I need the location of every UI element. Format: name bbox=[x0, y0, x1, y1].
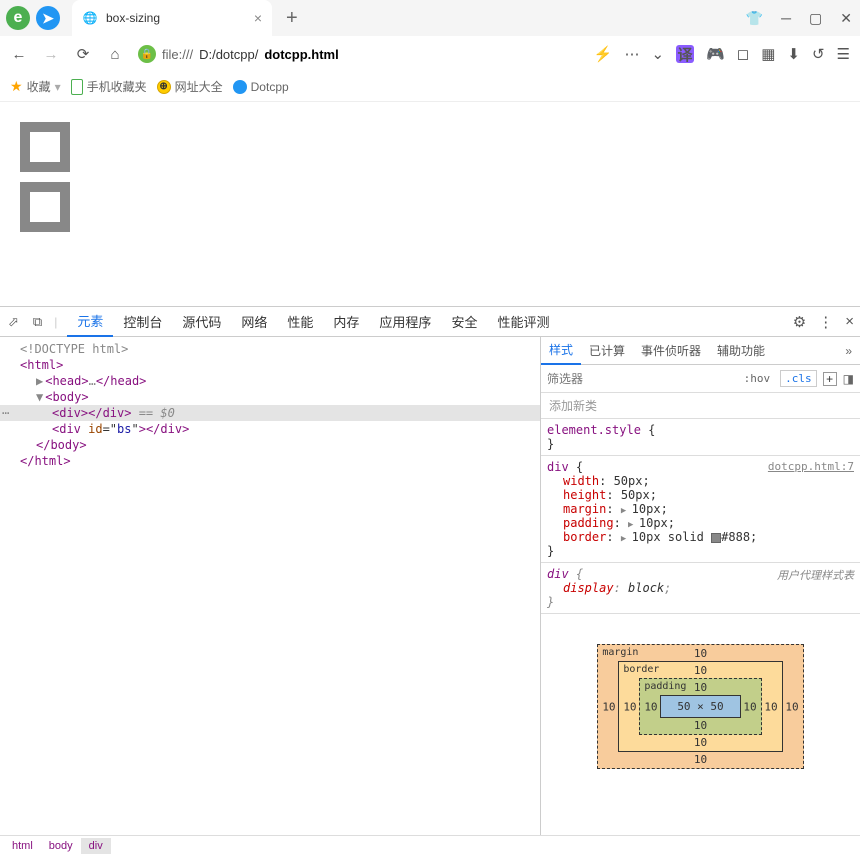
breadcrumb-html[interactable]: html bbox=[4, 838, 41, 854]
dotcpp-bookmark[interactable]: Dotcpp bbox=[233, 80, 289, 94]
ua-rule: 用户代理样式表 div { display: block; } bbox=[541, 563, 860, 614]
address-bar: ← → ⟳ ⌂ 🔒 file:///D:/dotcpp/dotcpp.html … bbox=[0, 36, 860, 72]
tab-lighthouse[interactable]: 性能评测 bbox=[487, 307, 559, 337]
tab-elements[interactable]: 元素 bbox=[67, 307, 113, 337]
color-swatch[interactable] bbox=[711, 533, 721, 543]
browser-tab[interactable]: 🌐 box-sizing × bbox=[72, 0, 272, 36]
mobile-bookmarks-button[interactable]: 手机收藏夹 bbox=[71, 78, 147, 95]
back-button[interactable]: ← bbox=[10, 46, 28, 63]
tab-styles[interactable]: 样式 bbox=[541, 337, 581, 365]
box-model-content: 50 × 50 bbox=[660, 695, 740, 718]
sites-button[interactable]: ⊕ 网址大全 bbox=[157, 78, 223, 95]
devtools-settings-icon[interactable]: ⚙ bbox=[793, 313, 806, 331]
source-link[interactable]: dotcpp.html:7 bbox=[768, 460, 854, 473]
browser-logo-icon[interactable]: e bbox=[6, 6, 30, 30]
telegram-icon[interactable]: ➤ bbox=[36, 6, 60, 30]
url-protocol: file:/// bbox=[162, 47, 193, 62]
url-input[interactable]: 🔒 file:/// D:/dotcpp/dotcpp.html bbox=[138, 45, 580, 63]
home-button[interactable]: ⌂ bbox=[106, 46, 124, 63]
chevron-down-icon[interactable]: ⌄ bbox=[651, 45, 664, 63]
url-file: dotcpp.html bbox=[264, 47, 338, 62]
tab-accessibility[interactable]: 辅助功能 bbox=[709, 337, 773, 365]
flash-icon[interactable]: ⚡ bbox=[594, 45, 613, 63]
devtools-tabs: 元素 控制台 源代码 网络 性能 内存 应用程序 安全 性能评测 bbox=[67, 307, 559, 337]
devtools-close-icon[interactable]: × bbox=[845, 313, 854, 331]
bookmarks-bar: ★ 收藏 ▾ 手机收藏夹 ⊕ 网址大全 Dotcpp bbox=[0, 72, 860, 102]
sidebar-toggle-icon[interactable]: ◨ bbox=[843, 372, 854, 386]
shirt-icon[interactable]: 👕 bbox=[746, 10, 763, 27]
cls-toggle[interactable]: .cls bbox=[780, 370, 817, 387]
selected-element[interactable]: <div></div> == $0 bbox=[0, 405, 540, 421]
gamepad-icon[interactable]: 🎮 bbox=[706, 45, 725, 63]
inspect-icon[interactable]: ⬀ bbox=[6, 314, 21, 330]
elements-tree[interactable]: <!DOCTYPE html> <html> ▶<head>…</head> ▼… bbox=[0, 337, 540, 835]
breadcrumb-body[interactable]: body bbox=[41, 838, 81, 854]
elements-breadcrumb: html body div bbox=[0, 835, 860, 855]
more-icon[interactable]: ⋯ bbox=[624, 45, 639, 63]
directory-icon: ⊕ bbox=[157, 80, 171, 94]
tab-sources[interactable]: 源代码 bbox=[172, 307, 231, 337]
filter-input[interactable] bbox=[547, 372, 734, 386]
tab-network[interactable]: 网络 bbox=[231, 307, 277, 337]
tab-console[interactable]: 控制台 bbox=[113, 307, 172, 337]
favorites-button[interactable]: ★ 收藏 ▾ bbox=[10, 78, 61, 95]
forward-button[interactable]: → bbox=[42, 46, 60, 63]
box-model-diagram[interactable]: margin 10 10 10 10 border 10 10 10 10 pa… bbox=[541, 614, 860, 799]
download-icon[interactable]: ⬇ bbox=[787, 45, 800, 63]
device-toggle-icon[interactable]: ⧉ bbox=[31, 314, 44, 330]
div-rule[interactable]: dotcpp.html:7 div { width: 50px; height:… bbox=[541, 456, 860, 563]
history-icon[interactable]: ↺ bbox=[812, 45, 825, 63]
tab-listeners[interactable]: 事件侦听器 bbox=[633, 337, 709, 365]
tab-computed[interactable]: 已计算 bbox=[581, 337, 633, 365]
new-rule-button[interactable]: + bbox=[823, 372, 837, 386]
breadcrumb-div[interactable]: div bbox=[81, 838, 111, 854]
titlebar: e ➤ 🌐 box-sizing × + 👕 ─ ▢ ✕ bbox=[0, 0, 860, 36]
close-tab-icon[interactable]: × bbox=[254, 10, 262, 26]
tab-memory[interactable]: 内存 bbox=[323, 307, 369, 337]
phone-icon bbox=[71, 79, 83, 95]
star-icon: ★ bbox=[10, 78, 23, 95]
dotcpp-icon bbox=[233, 80, 247, 94]
page-viewport bbox=[0, 102, 860, 306]
new-tab-button[interactable]: + bbox=[286, 7, 298, 30]
minimize-icon[interactable]: ─ bbox=[781, 10, 791, 26]
globe-icon: 🌐 bbox=[82, 10, 98, 26]
devtools-header: ⬀ ⧉ | 元素 控制台 源代码 网络 性能 内存 应用程序 安全 性能评测 ⚙… bbox=[0, 307, 860, 337]
add-class-input[interactable]: 添加新类 bbox=[541, 393, 860, 419]
tab-title: box-sizing bbox=[106, 11, 246, 25]
devtools-panel: ⬀ ⧉ | 元素 控制台 源代码 网络 性能 内存 应用程序 安全 性能评测 ⚙… bbox=[0, 306, 860, 855]
styles-more-icon[interactable]: » bbox=[837, 344, 860, 358]
devtools-more-icon[interactable]: ⋮ bbox=[818, 313, 833, 331]
element-style-rule[interactable]: element.style {} bbox=[541, 419, 860, 456]
tab-security[interactable]: 安全 bbox=[441, 307, 487, 337]
tab-performance[interactable]: 性能 bbox=[277, 307, 323, 337]
url-path: D:/dotcpp/ bbox=[199, 47, 258, 62]
hov-toggle[interactable]: :hov bbox=[740, 372, 775, 385]
rendered-div-2 bbox=[20, 182, 70, 232]
styles-panel: 样式 已计算 事件侦听器 辅助功能 » :hov .cls + ◨ 添加新类 e… bbox=[540, 337, 860, 835]
translate-icon[interactable]: 译 bbox=[676, 45, 694, 63]
chevron-down-icon: ▾ bbox=[55, 80, 61, 94]
grid-icon[interactable]: ▦ bbox=[761, 45, 775, 63]
maximize-icon[interactable]: ▢ bbox=[809, 10, 822, 27]
reload-button[interactable]: ⟳ bbox=[74, 45, 92, 63]
menu-icon[interactable]: ☰ bbox=[837, 45, 850, 63]
box-icon[interactable]: ◻ bbox=[737, 45, 749, 63]
tab-application[interactable]: 应用程序 bbox=[369, 307, 441, 337]
rendered-div-1 bbox=[20, 122, 70, 172]
lock-icon: 🔒 bbox=[138, 45, 156, 63]
close-window-icon[interactable]: ✕ bbox=[840, 10, 852, 27]
